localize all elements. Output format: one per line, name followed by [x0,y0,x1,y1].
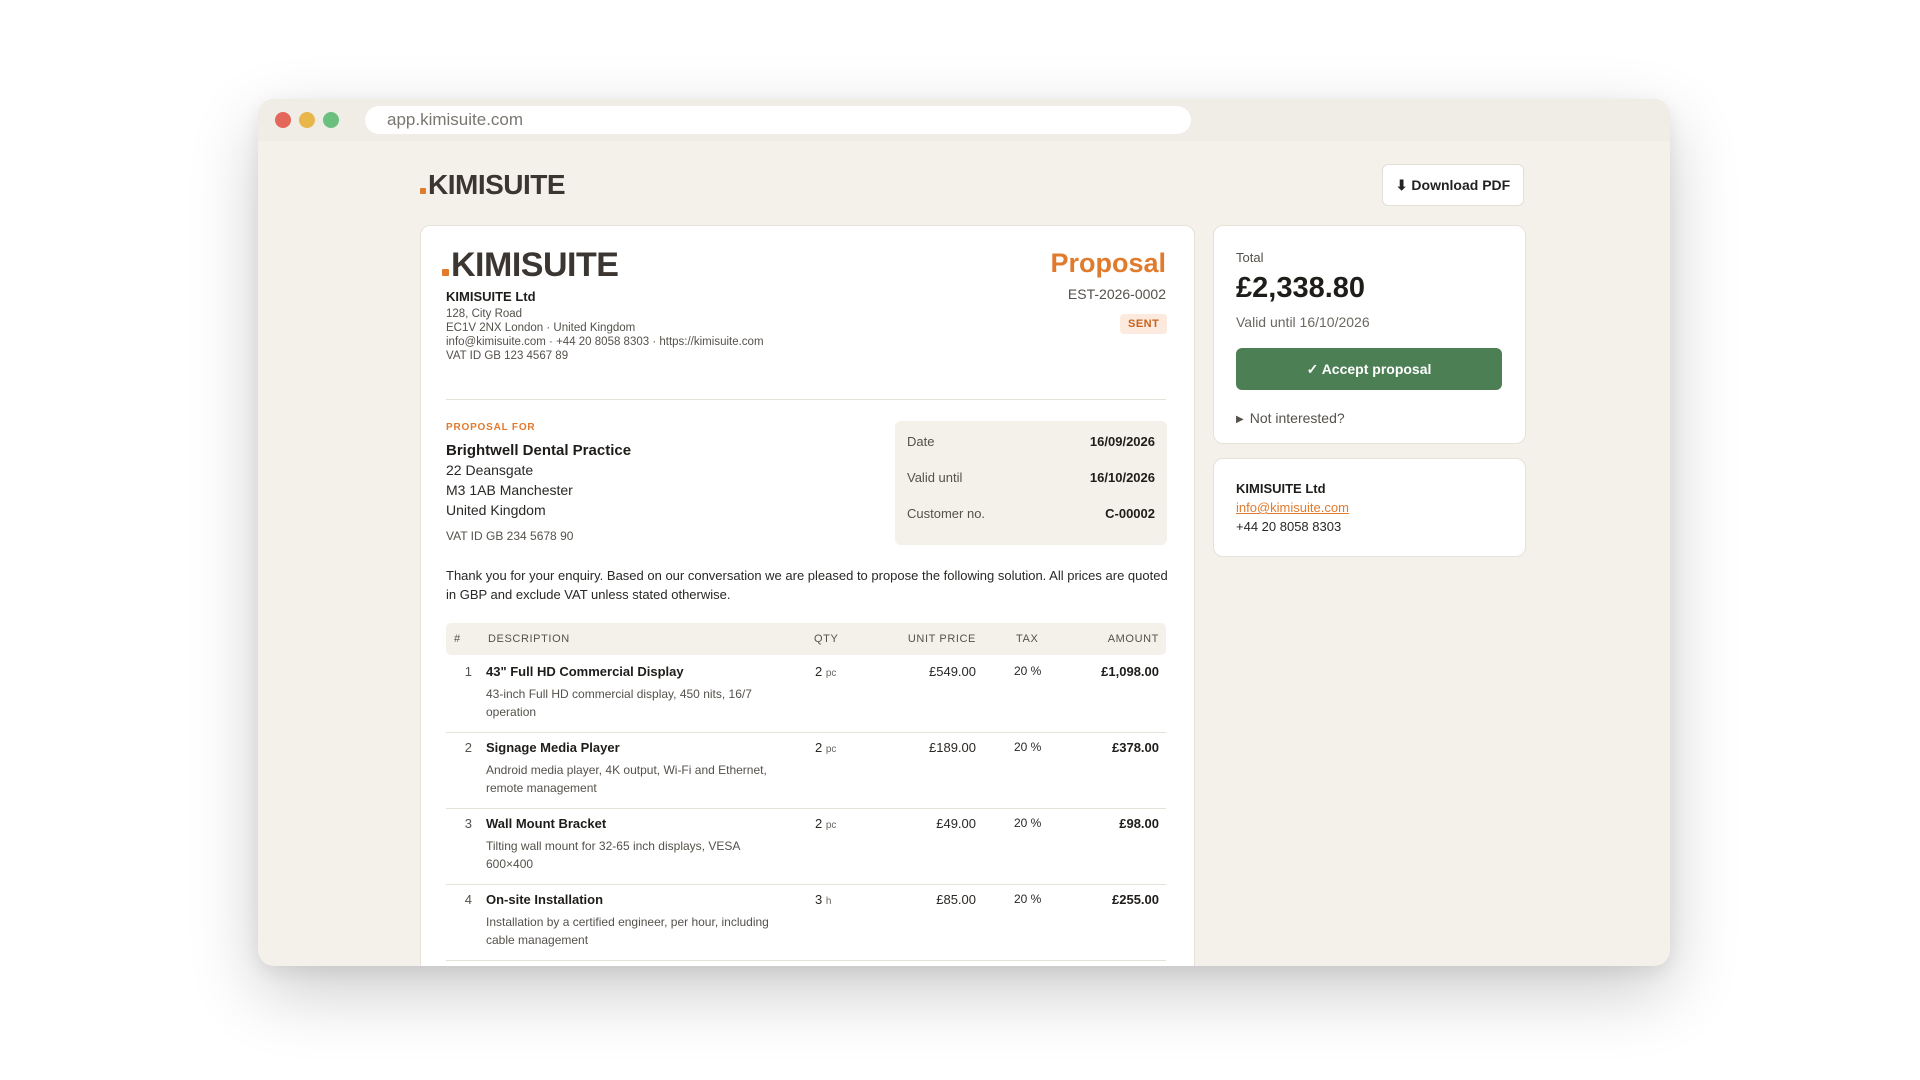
row-tax: 20 % [1014,740,1042,754]
row-tax: 20 % [1014,892,1042,906]
meta-customer-no-value: C-00002 [1105,506,1155,521]
contact-card: KIMISUITE Ltd info@kimisuite.com +44 20 … [1213,458,1526,557]
row-unit-price: £85.00 [936,892,976,907]
row-unit-price: £49.00 [936,816,976,831]
company-address-line1: 128, City Road [446,308,523,320]
header-divider [446,399,1166,400]
row-title: 43" Full HD Commercial Display [486,664,684,679]
download-pdf-button[interactable]: ⬇ Download PDF [1382,164,1524,206]
document-logo: KIMISUITE [442,246,619,285]
company-address-line2: EC1V 2NX London · United Kingdom [446,322,636,334]
row-qty-unit: pc [825,668,837,679]
col-header-unit-price: UNIT PRICE [907,633,976,645]
triangle-right-icon: ▶ [1236,414,1244,425]
table-header: # DESCRIPTION QTY UNIT PRICE TAX AMOUNT [446,623,1166,655]
total-summary-card: Total £2,338.80 Valid until 16/10/2026 ✓… [1213,225,1526,444]
client-address-line2: M3 1AB Manchester [446,482,573,498]
row-number: 4 [464,892,472,907]
row-description: Android media player, 4K output, Wi-Fi a… [486,763,767,795]
document-number: EST-2026-0002 [1067,286,1166,302]
browser-titlebar: app.kimisuite.com [258,99,1670,141]
row-qty-value: 2 [815,664,823,679]
status-badge: SENT [1120,314,1168,334]
maximize-window-icon[interactable] [323,112,339,128]
proposal-for-label: PROPOSAL FOR [446,422,536,433]
company-name: KIMISUITE Ltd [446,289,536,304]
row-qty-value: 2 [815,816,823,831]
company-vat: VAT ID GB 123 4567 89 [446,350,569,362]
contact-phone: +44 20 8058 8303 [1236,519,1342,534]
not-interested-toggle[interactable]: ▶ Not interested? [1236,410,1345,426]
row-number: 2 [464,740,472,755]
table-row: 3 Wall Mount Bracket Tilting wall mount … [446,808,1166,885]
row-title: Wall Mount Bracket [486,816,607,831]
row-qty-value: 3 [815,892,823,907]
row-qty-unit: pc [825,820,837,831]
col-header-tax: TAX [1016,633,1039,645]
row-amount: £378.00 [1112,740,1159,755]
valid-until-text: Valid until 16/10/2026 [1236,314,1370,330]
row-unit-price: £189.00 [929,740,976,755]
meta-customer-no-label: Customer no. [907,506,986,521]
total-amount: £2,338.80 [1236,272,1366,304]
row-description: 43-inch Full HD commercial display, 450 … [486,687,752,719]
close-window-icon[interactable] [275,112,291,128]
row-unit-price: £549.00 [929,664,976,679]
col-header-amount: AMOUNT [1107,633,1159,645]
intro-text: Thank you for your enquiry. Based on our… [446,568,1168,602]
row-amount: £1,098.00 [1101,664,1159,679]
row-title: On-site Installation [486,892,604,907]
meta-date-label: Date [907,434,935,449]
accept-proposal-button[interactable]: ✓ Accept proposal [1236,348,1502,390]
not-interested-label: Not interested? [1249,410,1345,426]
company-contact-line: info@kimisuite.com · +44 20 8058 8303 · … [446,336,764,348]
contact-email-link[interactable]: info@kimisuite.com [1236,500,1349,515]
client-vat: VAT ID GB 234 5678 90 [446,529,574,543]
contact-company-name: KIMISUITE Ltd [1236,481,1326,496]
table-row: 2 Signage Media Player Android media pla… [446,732,1166,809]
logo-text: KIMISUITE [451,246,619,284]
row-description: Tilting wall mount for 32-65 inch displa… [486,839,740,871]
row-description: Installation by a certified engineer, pe… [486,915,769,947]
row-tax: 20 % [1014,664,1042,678]
row-qty: 2 pc [815,740,836,755]
minimize-window-icon[interactable] [299,112,315,128]
client-address-line1: 22 Deansgate [446,462,534,478]
col-header-num: # [454,633,461,645]
row-qty-unit: h [825,896,832,907]
proposal-document: KIMISUITE Proposal EST-2026-0002 SENT KI… [420,225,1195,966]
table-row: 4 On-site Installation Installation by a… [446,884,1166,961]
row-qty: 3 h [815,892,831,907]
logo-dot-icon [420,188,426,194]
row-amount: £255.00 [1112,892,1159,907]
client-name: Brightwell Dental Practice [446,442,632,459]
proposal-meta-box: Date 16/09/2026 Valid until 16/10/2026 C… [895,421,1167,545]
row-qty-unit: pc [825,744,837,755]
row-amount: £98.00 [1119,816,1159,831]
row-qty: 2 pc [815,816,836,831]
logo-dot-icon [442,269,449,276]
total-label: Total [1236,250,1264,265]
row-qty: 2 pc [815,664,836,679]
row-number: 1 [464,664,472,679]
col-header-description: DESCRIPTION [488,633,570,645]
row-number: 3 [464,816,472,831]
row-title: Signage Media Player [486,740,620,755]
app-logo[interactable]: KIMISUITE [420,169,566,201]
meta-valid-until-label: Valid until [907,470,963,485]
row-tax: 20 % [1014,816,1042,830]
table-row: 1 43" Full HD Commercial Display 43-inch… [446,656,1166,733]
col-header-qty: QTY [814,633,839,645]
row-qty-value: 2 [815,740,823,755]
client-country: United Kingdom [446,502,546,518]
browser-window: app.kimisuite.com KIMISUITE ⬇ Download P… [258,99,1670,966]
address-bar[interactable]: app.kimisuite.com [365,106,1191,134]
document-title: Proposal [1050,248,1166,278]
meta-valid-until-value: 16/10/2026 [1089,470,1155,485]
meta-date-value: 16/09/2026 [1089,434,1155,449]
logo-text: KIMISUITE [428,169,566,200]
